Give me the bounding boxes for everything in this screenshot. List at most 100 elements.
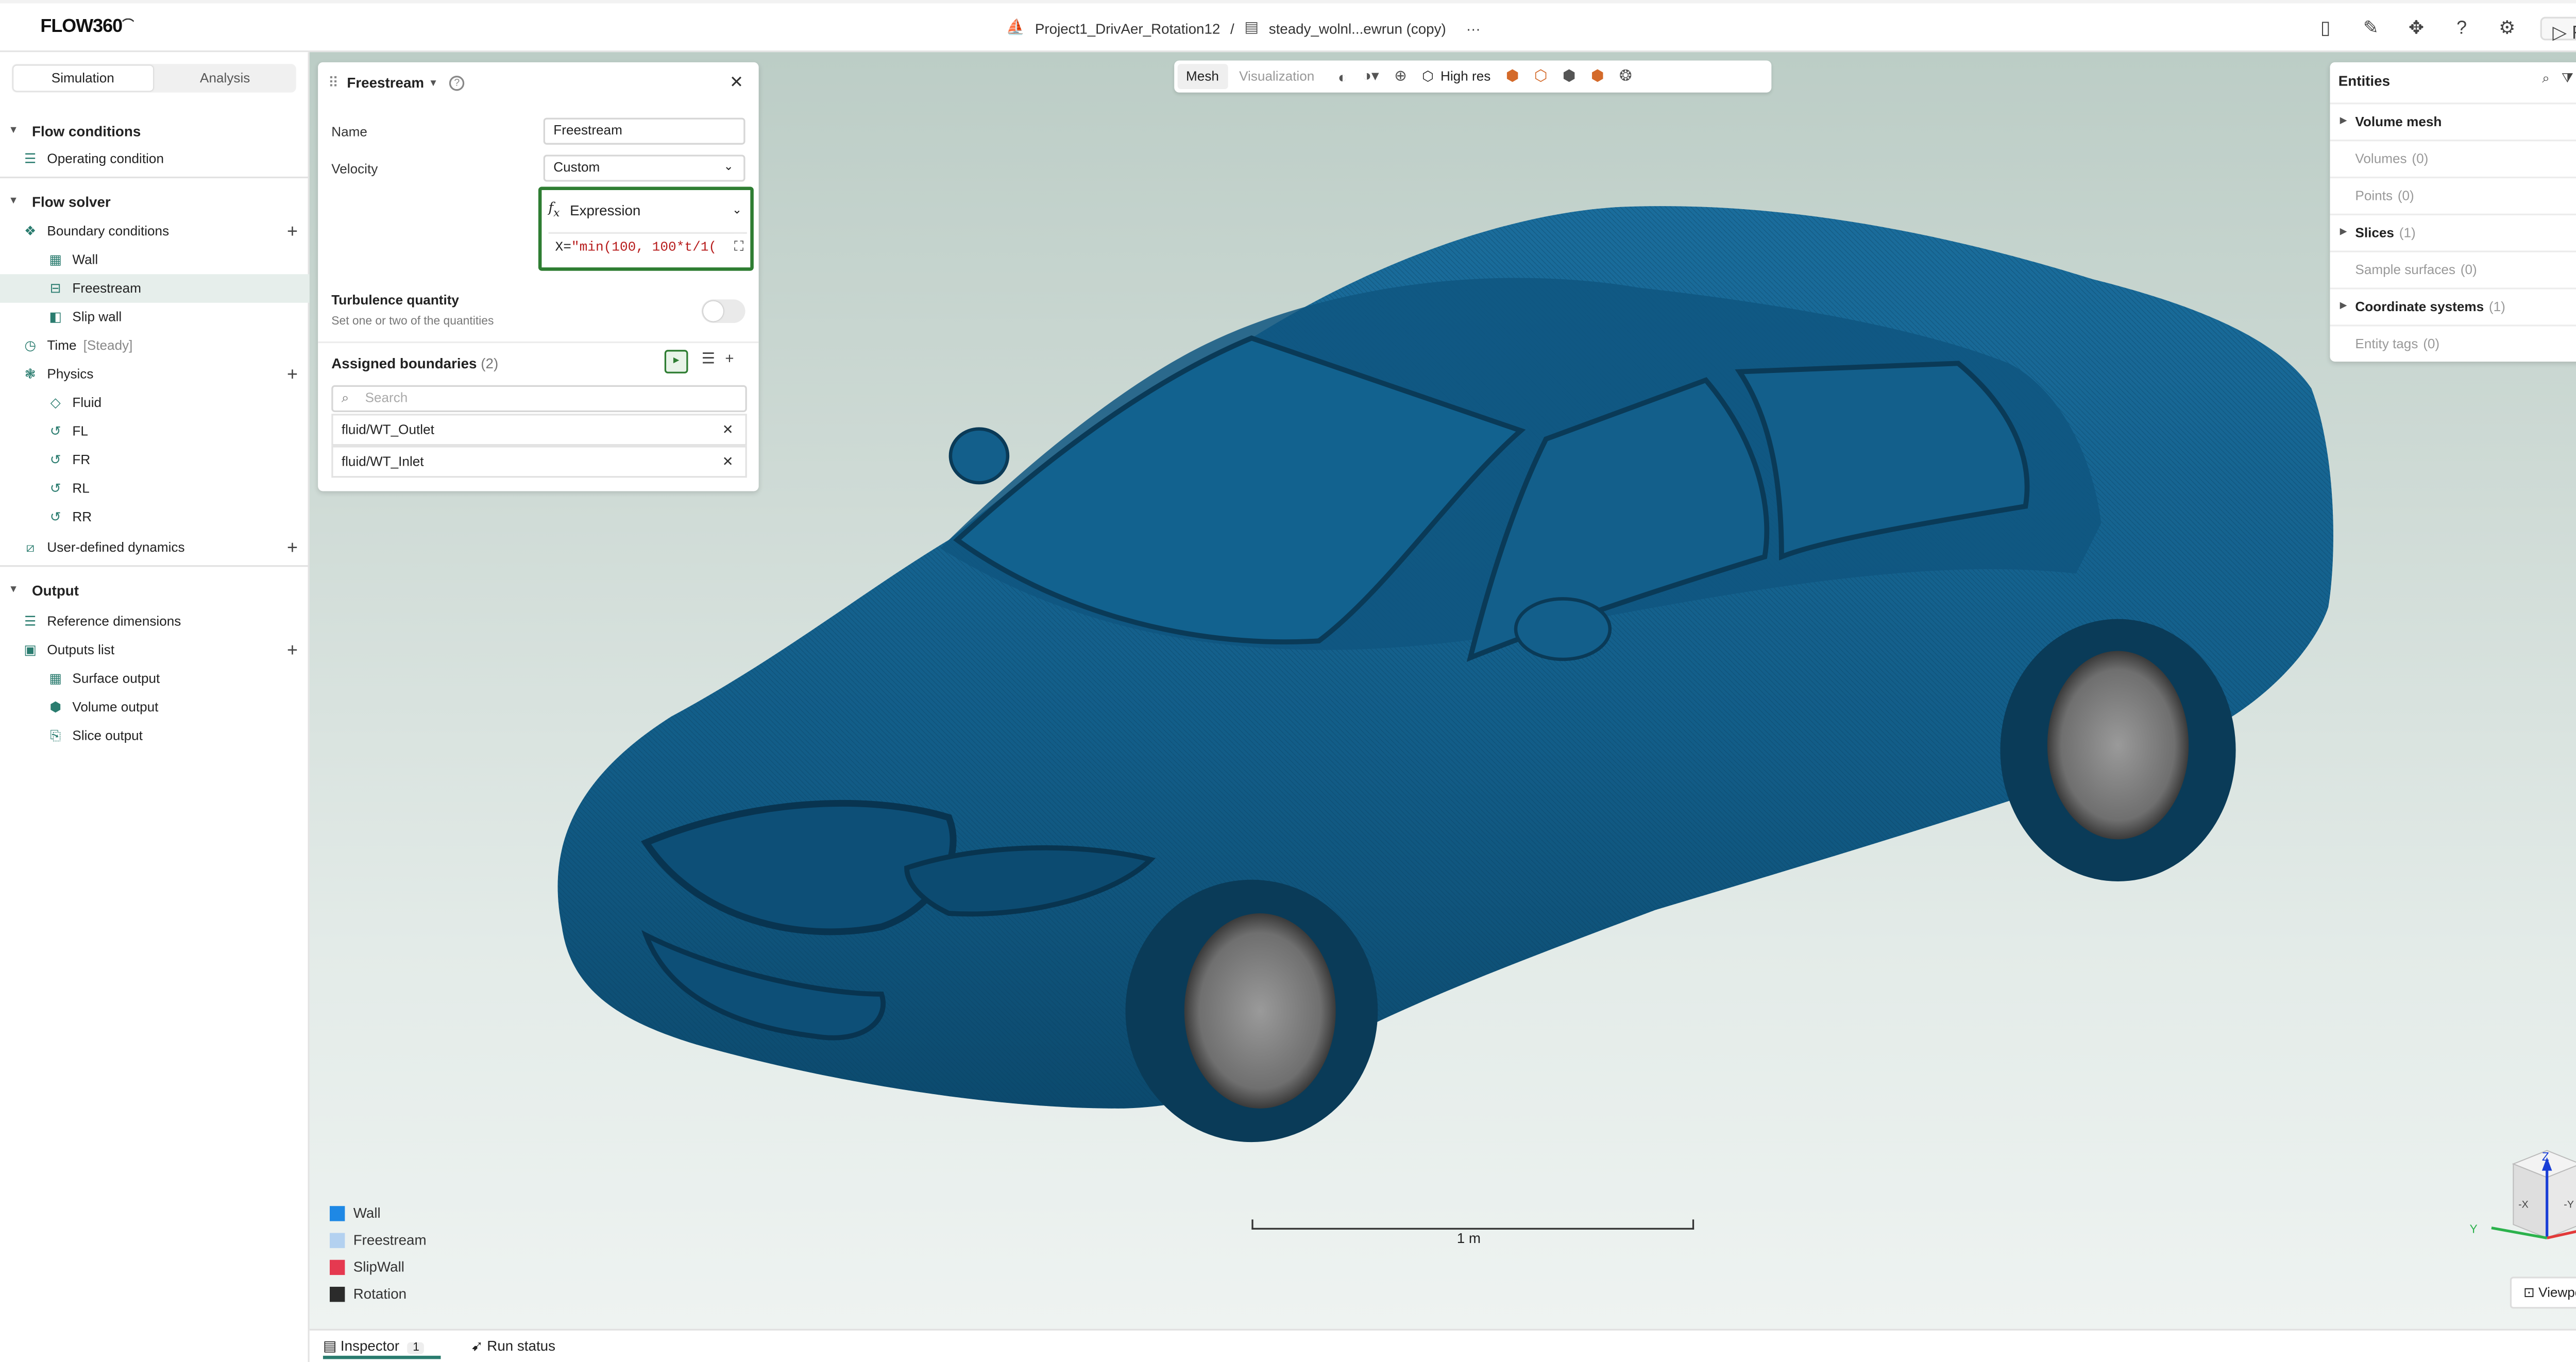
tree-item-fr[interactable]: ↺ FR bbox=[0, 446, 310, 474]
tree-item-slip-wall[interactable]: ◧ Slip wall bbox=[0, 303, 310, 332]
close-icon[interactable]: ✕ bbox=[730, 73, 743, 92]
bottom-bar: ▤ Inspector1 ➹ Run status ✕ bbox=[309, 1329, 2576, 1362]
tree-item-reference-dimensions[interactable]: ☰ Reference dimensions bbox=[0, 607, 310, 636]
section-flow-conditions[interactable]: ▼ Flow conditions bbox=[0, 116, 310, 145]
settings-gear-icon[interactable]: ⚙ bbox=[2495, 17, 2519, 41]
tab-inspector[interactable]: ▤ Inspector 1 bbox=[323, 1337, 425, 1356]
remove-icon[interactable]: ✕ bbox=[722, 448, 734, 476]
chevron-down-icon[interactable]: ▾ bbox=[431, 77, 436, 89]
view-faces-icon[interactable]: ⬢ bbox=[1591, 67, 1604, 86]
tree-item-operating-condition[interactable]: ☰ Operating condition bbox=[0, 145, 310, 174]
view-solid-icon[interactable]: ⬢ bbox=[1506, 67, 1519, 86]
tab-mesh[interactable]: Mesh bbox=[1177, 64, 1228, 90]
run-button[interactable]: ▷ Run bbox=[2540, 16, 2576, 44]
caret-down-icon: ▼ bbox=[8, 584, 19, 595]
outputs-icon: ▣ bbox=[24, 642, 37, 658]
caret-right-icon: ▶ bbox=[2340, 227, 2347, 237]
resolution-toggle[interactable]: ⬡ High res bbox=[1422, 69, 1490, 84]
tree-item-physics[interactable]: ❃ Physics + bbox=[0, 360, 310, 389]
camera-mode-icon[interactable]: ◑▾ bbox=[1362, 67, 1379, 86]
shading-icon[interactable]: ◐ bbox=[1338, 68, 1347, 85]
rocket-icon: ➹ bbox=[471, 1337, 483, 1354]
legend-item-wall: Wall bbox=[329, 1204, 481, 1224]
drag-handle-icon[interactable]: ⠿ bbox=[328, 73, 338, 92]
add-udd-button[interactable]: + bbox=[287, 537, 298, 557]
entity-volumes[interactable]: Volumes (0) bbox=[2330, 140, 2576, 177]
slip-wall-icon: ◧ bbox=[49, 309, 62, 325]
layers-icon[interactable]: ❂ bbox=[1619, 67, 1632, 86]
tree-item-freestream[interactable]: ⊟ Freestream bbox=[0, 274, 310, 303]
tab-simulation[interactable]: Simulation bbox=[13, 65, 152, 91]
add-boundary-button[interactable]: + bbox=[287, 221, 298, 241]
add-physics-button[interactable]: + bbox=[287, 364, 298, 384]
expression-type-select[interactable]: fx Expression ⌄ bbox=[548, 197, 747, 224]
tree-item-volume-output[interactable]: ⬢ Volume output bbox=[0, 693, 310, 722]
tree-item-rl[interactable]: ↺ RL bbox=[0, 474, 310, 503]
add-boundary-icon[interactable]: + bbox=[725, 350, 734, 367]
tree-item-wall[interactable]: ▦ Wall bbox=[0, 246, 310, 275]
caret-right-icon: ▶ bbox=[2340, 116, 2347, 126]
viewpoint-button[interactable]: ⊡ Viewpoint bbox=[2510, 1276, 2576, 1309]
turbulence-toggle[interactable] bbox=[701, 299, 745, 323]
add-output-button[interactable]: + bbox=[287, 640, 298, 660]
tree-item-rr[interactable]: ↺ RR bbox=[0, 503, 310, 532]
top-actions: ▯ ✎ ✥ ? ⚙ ▷ Run bbox=[2314, 16, 2576, 44]
tree-item-outputs-list[interactable]: ▣ Outputs list + bbox=[0, 636, 310, 665]
viewpoint-icon: ⊡ bbox=[2523, 1285, 2535, 1301]
tree-item-slice-output[interactable]: ⎘ Slice output bbox=[0, 722, 310, 751]
filter-list-icon[interactable]: ☰ bbox=[702, 350, 715, 368]
rear-wheel bbox=[2047, 651, 2189, 840]
entity-tags[interactable]: Entity tags (0) bbox=[2330, 325, 2576, 362]
entity-slices[interactable]: ▶Slices(1)◡ bbox=[2330, 213, 2576, 251]
entity-volume-mesh[interactable]: ▶ Volume mesh bbox=[2330, 103, 2576, 140]
filter-icon[interactable]: ⧩ bbox=[2562, 71, 2573, 88]
entity-coordinate-systems[interactable]: ▶Coordinate systems(1)◡ bbox=[2330, 287, 2576, 325]
orientation-cube[interactable]: Z X Y -X -Y bbox=[2466, 1144, 2576, 1253]
expression-input[interactable]: X="min(100, 100*t/1(⛶ bbox=[548, 232, 747, 263]
tab-run-status[interactable]: ➹ Run status bbox=[471, 1337, 555, 1356]
tab-analysis[interactable]: Analysis bbox=[156, 65, 294, 91]
entity-points[interactable]: Points (0) bbox=[2330, 176, 2576, 214]
tab-visualization[interactable]: Visualization bbox=[1231, 64, 1323, 89]
cube-face-neg-y[interactable]: -Y bbox=[2564, 1199, 2574, 1210]
slice-icon: ⎘ bbox=[50, 727, 61, 743]
breadcrumb-case[interactable]: steady_wolnl...ewrun (copy) bbox=[1269, 20, 1446, 37]
tree-item-surface-output[interactable]: ▦ Surface output bbox=[0, 665, 310, 693]
tree-item-fl[interactable]: ↺ FL bbox=[0, 417, 310, 446]
remove-icon[interactable]: ✕ bbox=[722, 416, 734, 445]
help-icon[interactable]: ? bbox=[2450, 17, 2473, 41]
entity-sample-surfaces[interactable]: Sample surfaces (0) bbox=[2330, 250, 2576, 288]
list-icon: ☰ bbox=[24, 151, 37, 167]
clock-icon: ◷ bbox=[24, 338, 37, 353]
select-pointer-button[interactable]: ▸ bbox=[664, 350, 688, 373]
notebook-icon[interactable]: ▯ bbox=[2314, 17, 2337, 41]
scale-label: 1 m bbox=[1456, 1229, 1481, 1247]
legend-item-slipwall: SlipWall bbox=[329, 1258, 481, 1278]
pencil-icon[interactable]: ✎ bbox=[2359, 17, 2383, 41]
name-field[interactable]: Freestream bbox=[543, 117, 745, 145]
view-wireframe-icon[interactable]: ⬡ bbox=[1534, 67, 1548, 86]
more-options-button[interactable]: ··· bbox=[1466, 20, 1481, 37]
tree-item-fluid[interactable]: ◇ Fluid bbox=[0, 388, 310, 417]
expand-icon[interactable]: ⛶ bbox=[734, 233, 744, 263]
inspector-count-badge: 1 bbox=[408, 1342, 425, 1354]
app-logo[interactable]: FLOW360⌒ bbox=[40, 17, 134, 37]
view-edges-icon[interactable]: ⬢ bbox=[1563, 67, 1576, 86]
boundary-search-input[interactable]: ⌕ Search bbox=[331, 385, 747, 412]
velocity-select[interactable]: Custom ⌄ bbox=[543, 155, 745, 182]
tree-item-boundary-conditions[interactable]: ❖ Boundary conditions + bbox=[0, 217, 310, 246]
breadcrumb-project[interactable]: Project1_DrivAer_Rotation12 bbox=[1035, 20, 1220, 37]
entities-title: Entities bbox=[2338, 72, 2391, 90]
tree-item-user-defined-dynamics[interactable]: ⧄ User-defined dynamics + bbox=[0, 533, 310, 562]
section-flow-solver[interactable]: ▼ Flow solver bbox=[0, 186, 310, 215]
zoom-fit-icon[interactable]: ⊕ bbox=[1394, 67, 1407, 86]
help-icon[interactable]: ? bbox=[449, 75, 465, 90]
search-icon[interactable]: ⌕ bbox=[2542, 71, 2550, 88]
cube-face-neg-x[interactable]: -X bbox=[2518, 1199, 2529, 1210]
tree-item-time[interactable]: ◷ Time [Steady] bbox=[0, 331, 310, 360]
section-output[interactable]: ▼ Output bbox=[0, 575, 310, 604]
expression-box[interactable]: fx Expression ⌄ X="min(100, 100*t/1(⛶ bbox=[538, 186, 754, 271]
dynamics-icon: ⧄ bbox=[26, 539, 35, 554]
mode-switch: Simulation Analysis bbox=[11, 64, 296, 93]
workflow-icon[interactable]: ✥ bbox=[2404, 17, 2428, 41]
